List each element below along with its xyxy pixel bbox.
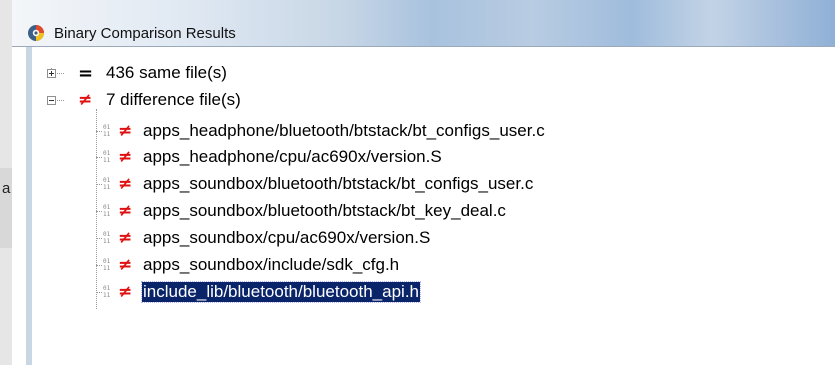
- binary-file-icon: 01 11: [103, 285, 111, 299]
- not-equal-icon: ≠: [78, 90, 93, 110]
- file-label[interactable]: apps_soundbox/cpu/ac690x/version.S: [142, 228, 431, 248]
- tree-connector: [96, 264, 102, 266]
- tree-item-file[interactable]: 01 11 ≠ apps_soundbox/include/sdk_cfg.h: [96, 252, 400, 278]
- file-label[interactable]: apps_soundbox/bluetooth/btstack/bt_key_d…: [142, 201, 507, 221]
- not-equal-icon: ≠: [118, 282, 133, 302]
- binary-comparison-window: Binary Comparison Results = 436 same fil…: [12, 0, 835, 365]
- file-label[interactable]: apps_soundbox/include/sdk_cfg.h: [142, 255, 400, 275]
- tree-connector: [96, 291, 102, 293]
- background-text: a: [2, 180, 11, 197]
- binary-file-icon: 01 11: [103, 177, 111, 191]
- tree-group-difference[interactable]: ≠ 7 difference file(s): [47, 87, 241, 113]
- not-equal-icon: ≠: [118, 228, 133, 248]
- collapse-minus-icon[interactable]: [47, 95, 56, 105]
- tree-connector: [57, 72, 64, 74]
- tree-item-file[interactable]: 01 11 ≠ apps_soundbox/bluetooth/btstack/b…: [96, 171, 534, 197]
- tree-connector: [96, 130, 102, 132]
- background-window: a: [0, 0, 12, 365]
- group-label-difference[interactable]: 7 difference file(s): [106, 90, 241, 110]
- not-equal-icon: ≠: [118, 121, 133, 141]
- not-equal-icon: ≠: [118, 255, 133, 275]
- binary-file-icon: 01 11: [103, 204, 111, 218]
- tree-item-file[interactable]: 01 11 ≠ apps_soundbox/bluetooth/btstack/b…: [96, 198, 507, 224]
- not-equal-icon: ≠: [118, 147, 133, 167]
- title-bar[interactable]: Binary Comparison Results: [12, 0, 835, 47]
- file-label-selected[interactable]: include_lib/bluetooth/bluetooth_api.h: [140, 281, 422, 303]
- binary-file-icon: 01 11: [103, 258, 111, 272]
- window-title: Binary Comparison Results: [54, 25, 236, 42]
- tree-connector: [96, 237, 102, 239]
- results-tree[interactable]: = 436 same file(s) ≠ 7 difference file(s…: [32, 47, 835, 365]
- file-label[interactable]: apps_soundbox/bluetooth/btstack/bt_confi…: [142, 174, 534, 194]
- file-label[interactable]: apps_headphone/bluetooth/btstack/bt_conf…: [142, 121, 546, 141]
- tree-connector: [96, 210, 102, 212]
- tree-group-same[interactable]: = 436 same file(s): [47, 60, 227, 86]
- file-label[interactable]: apps_headphone/cpu/ac690x/version.S: [142, 147, 443, 167]
- tree-item-file[interactable]: 01 11 ≠ apps_soundbox/cpu/ac690x/version.…: [96, 225, 431, 251]
- app-icon: [28, 25, 44, 41]
- tree-item-file[interactable]: 01 11 ≠ apps_headphone/bluetooth/btstack/…: [96, 118, 546, 144]
- tree-connector: [96, 183, 102, 185]
- tree-item-file[interactable]: 01 11 ≠ apps_headphone/cpu/ac690x/version…: [96, 144, 443, 170]
- group-label-same[interactable]: 436 same file(s): [106, 63, 227, 83]
- not-equal-icon: ≠: [118, 174, 133, 194]
- tree-connector: [57, 99, 64, 101]
- tree-connector: [96, 156, 102, 158]
- expand-plus-icon[interactable]: [47, 68, 56, 78]
- binary-file-icon: 01 11: [103, 150, 111, 164]
- frame-margin: [12, 47, 26, 365]
- tree-item-file-selected[interactable]: 01 11 ≠ include_lib/bluetooth/bluetooth_a…: [96, 279, 422, 305]
- equal-icon: =: [78, 62, 94, 84]
- binary-file-icon: 01 11: [103, 231, 111, 245]
- not-equal-icon: ≠: [118, 201, 133, 221]
- binary-file-icon: 01 11: [103, 124, 111, 138]
